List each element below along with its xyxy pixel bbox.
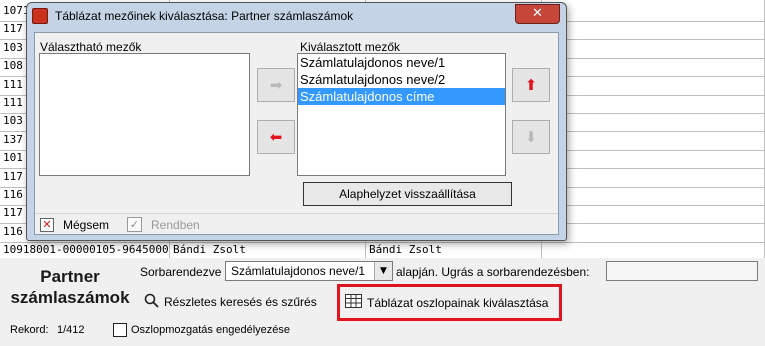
column-select-label: Táblázat oszlopainak kiválasztása	[367, 295, 549, 310]
close-button[interactable]: ✕	[515, 4, 560, 24]
add-field-button[interactable]: ➡	[257, 68, 295, 102]
arrow-up-icon: ⬆	[524, 76, 538, 94]
dialog-titlebar[interactable]: Táblázat mezőinek kiválasztása: Partner …	[27, 3, 566, 29]
jump-label: alapján. Ugrás a sorbarendezésben:	[396, 265, 590, 279]
selected-fields-list[interactable]: Számlatulajdonos neve/1 Számlatulajdonos …	[297, 53, 506, 176]
available-fields-label: Választható mezők	[40, 40, 142, 54]
arrow-down-icon: ⬇	[524, 128, 538, 146]
sort-label: Sorbarendezve	[140, 265, 222, 279]
cancel-button[interactable]: Mégsem	[63, 218, 109, 232]
ok-check-icon: ✓	[127, 217, 142, 232]
search-filter-label: Részletes keresés és szűrés	[164, 295, 317, 309]
sort-select[interactable]: Számlatulajdonos neve/1 ▼	[225, 261, 393, 281]
bottom-panel: Partner számlaszámok Sorbarendezve Száml…	[0, 258, 765, 346]
list-item[interactable]: Számlatulajdonos neve/1	[298, 54, 505, 71]
dialog-title: Táblázat mezőinek kiválasztása: Partner …	[55, 9, 354, 23]
arrow-left-icon: ⬅	[269, 128, 283, 146]
list-item[interactable]: Számlatulajdonos címe	[298, 88, 505, 105]
move-down-button[interactable]: ⬇	[512, 120, 550, 154]
sort-select-value: Számlatulajdonos neve/1	[231, 264, 366, 278]
table-icon	[345, 294, 362, 311]
dialog-footer: ✕ Mégsem ✓ Rendben	[35, 213, 558, 235]
selected-fields-label: Kiválasztott mezők	[300, 40, 401, 54]
arrow-right-icon: ➡	[269, 76, 283, 94]
list-item[interactable]: Számlatulajdonos neve/2	[298, 71, 505, 88]
available-fields-list[interactable]	[39, 53, 250, 176]
search-filter-button[interactable]: Részletes keresés és szűrés	[144, 288, 334, 316]
dialog-body: Választható mezők ➡ ⬅ Kiválasztott mezők…	[34, 32, 559, 235]
app-icon	[32, 8, 48, 24]
allow-column-move-label: Oszlopmozgatás engedélyezése	[131, 324, 290, 336]
record-count: 1/412	[57, 324, 85, 336]
column-select-button[interactable]: Táblázat oszlopainak kiválasztása	[337, 284, 562, 321]
jump-input[interactable]	[606, 261, 758, 281]
chevron-down-icon[interactable]: ▼	[374, 262, 392, 280]
allow-column-move-checkbox[interactable]	[113, 323, 127, 337]
page-title: Partner számlaszámok	[10, 267, 130, 307]
field-select-dialog: Táblázat mezőinek kiválasztása: Partner …	[26, 2, 567, 241]
reset-defaults-button[interactable]: Alaphelyzet visszaállítása	[303, 182, 512, 206]
ok-button[interactable]: Rendben	[151, 218, 200, 232]
cancel-icon[interactable]: ✕	[40, 218, 54, 232]
move-up-button[interactable]: ⬆	[512, 68, 550, 102]
record-label: Rekord:	[10, 324, 49, 336]
search-icon	[144, 293, 159, 311]
remove-field-button[interactable]: ⬅	[257, 120, 295, 154]
status-bar: Rekord: 1/412 Oszlopmozgatás engedélyezé…	[0, 320, 765, 342]
